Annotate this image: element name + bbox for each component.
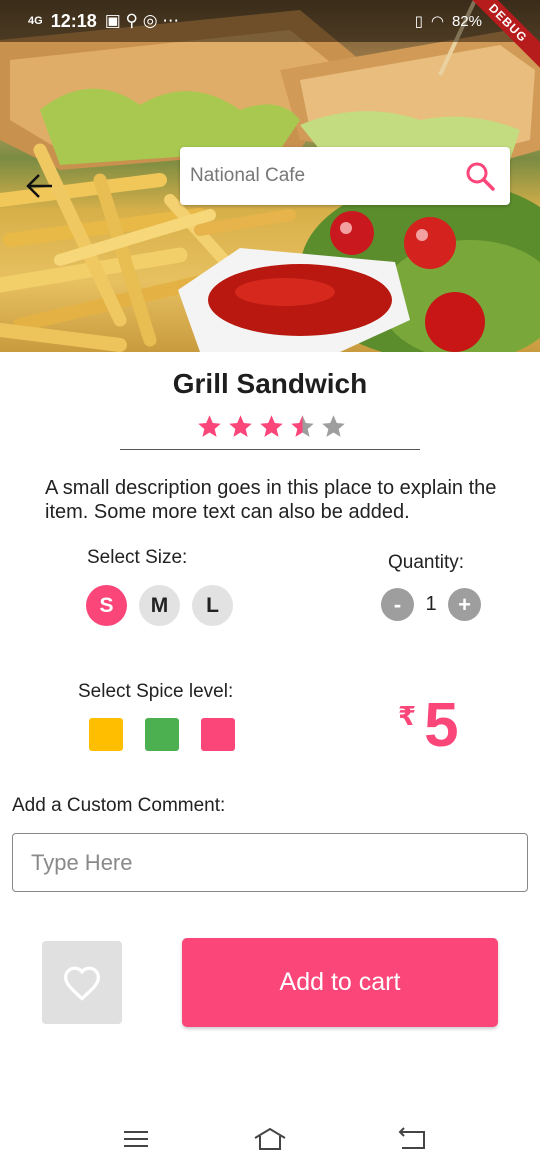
size-option-m[interactable]: M (139, 585, 180, 626)
star-empty-icon (322, 415, 345, 437)
star-half-icon (291, 415, 314, 437)
notification-icons: ▣ ⚲ ◎ ⋯ (104, 11, 180, 30)
add-to-cart-button[interactable]: Add to cart (182, 938, 498, 1027)
battery-percent: 82% (451, 12, 482, 30)
star-full-icon (198, 415, 221, 437)
back-nav-icon[interactable] (394, 1124, 430, 1154)
spice-hot-swatch[interactable] (201, 718, 235, 751)
spice-label: Select Spice level: (78, 681, 234, 702)
decrement-button[interactable]: - (381, 588, 414, 621)
wifi-icon: ◠ (430, 13, 444, 30)
quantity-stepper: - 1 + (381, 588, 481, 621)
item-description: A small description goes in this place t… (45, 477, 497, 523)
vibrate-icon: ▯ (414, 13, 423, 30)
status-time: 12:18 (50, 10, 97, 31)
status-bar: 4G 12:18 ▣ ⚲ ◎ ⋯ ▯ ◠ 82% DEBUG (0, 0, 540, 72)
back-arrow-icon[interactable] (24, 170, 56, 202)
size-option-l[interactable]: L (192, 585, 233, 626)
quantity-value: 1 (425, 593, 437, 615)
favorite-button[interactable] (42, 941, 122, 1024)
spice-selector (89, 718, 235, 751)
price-amount: 5 (424, 691, 459, 760)
increment-button[interactable]: + (448, 588, 481, 621)
size-option-s[interactable]: S (86, 585, 127, 626)
spice-medium-swatch[interactable] (145, 718, 179, 751)
home-icon[interactable] (252, 1124, 288, 1154)
currency-symbol: ₹ (398, 701, 417, 731)
search-icon[interactable] (464, 160, 496, 192)
spice-mild-swatch[interactable] (89, 718, 123, 751)
star-full-icon (229, 415, 252, 437)
price: ₹ 5 (398, 693, 459, 759)
search-input[interactable] (190, 165, 440, 187)
item-title: Grill Sandwich (172, 368, 368, 399)
network-indicator: 4G (28, 15, 43, 27)
title-divider (120, 449, 420, 450)
restaurant-search-box[interactable] (180, 147, 510, 205)
heart-icon (63, 966, 101, 1001)
size-selector: S M L (86, 585, 233, 626)
size-label: Select Size: (87, 547, 188, 568)
system-nav-bar (0, 1110, 540, 1170)
comment-label: Add a Custom Comment: (12, 795, 226, 816)
menu-icon[interactable] (118, 1124, 154, 1154)
comment-input[interactable] (12, 833, 528, 892)
quantity-label: Quantity: (388, 552, 465, 573)
rating-stars (196, 413, 347, 440)
star-full-icon (260, 415, 283, 437)
